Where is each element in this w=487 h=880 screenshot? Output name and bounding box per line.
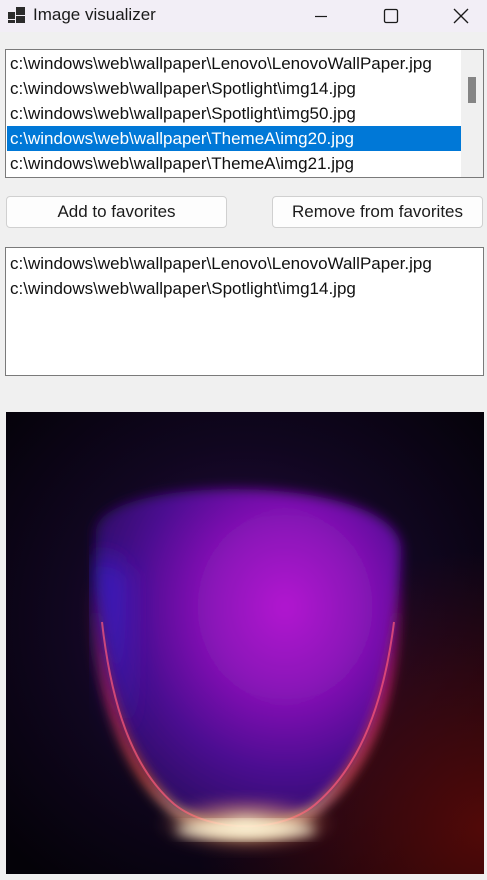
title-bar: Image visualizer bbox=[0, 0, 487, 32]
minimize-button[interactable] bbox=[298, 0, 344, 32]
vertical-scrollbar[interactable] bbox=[461, 50, 483, 177]
list-item[interactable]: c:\windows\web\wallpaper\ThemeA\img21.jp… bbox=[7, 151, 462, 176]
scroll-up-arrow[interactable] bbox=[461, 50, 483, 68]
window-title: Image visualizer bbox=[33, 5, 156, 24]
favorites-listbox[interactable]: c:\windows\web\wallpaper\Lenovo\LenovoWa… bbox=[5, 247, 484, 376]
scroll-thumb[interactable] bbox=[468, 77, 476, 103]
app-icon bbox=[8, 7, 25, 23]
list-item-selected[interactable]: c:\windows\web\wallpaper\ThemeA\img20.jp… bbox=[7, 126, 462, 151]
add-to-favorites-button[interactable]: Add to favorites bbox=[6, 196, 227, 228]
list-item[interactable]: c:\windows\web\wallpaper\Spotlight\img50… bbox=[7, 101, 462, 126]
list-item[interactable]: c:\windows\web\wallpaper\Spotlight\img14… bbox=[7, 76, 462, 101]
list-item[interactable]: c:\windows\web\wallpaper\Lenovo\LenovoWa… bbox=[7, 51, 462, 76]
maximize-button[interactable] bbox=[368, 0, 414, 32]
list-item[interactable]: c:\windows\web\wallpaper\Lenovo\LenovoWa… bbox=[7, 251, 477, 276]
remove-from-favorites-button[interactable]: Remove from favorites bbox=[272, 196, 483, 228]
close-button[interactable] bbox=[438, 0, 484, 32]
close-icon bbox=[453, 8, 469, 24]
image-preview bbox=[6, 412, 484, 874]
list-item[interactable]: c:\windows\web\wallpaper\Spotlight\img14… bbox=[7, 276, 477, 301]
file-list-items: c:\windows\web\wallpaper\Lenovo\LenovoWa… bbox=[7, 51, 462, 176]
favorites-list-items: c:\windows\web\wallpaper\Lenovo\LenovoWa… bbox=[7, 251, 477, 301]
wallpaper-image bbox=[6, 412, 484, 874]
minimize-icon bbox=[315, 15, 327, 18]
file-listbox[interactable]: c:\windows\web\wallpaper\Lenovo\LenovoWa… bbox=[5, 49, 484, 178]
scroll-down-arrow[interactable] bbox=[461, 159, 483, 177]
maximize-icon bbox=[383, 8, 399, 24]
